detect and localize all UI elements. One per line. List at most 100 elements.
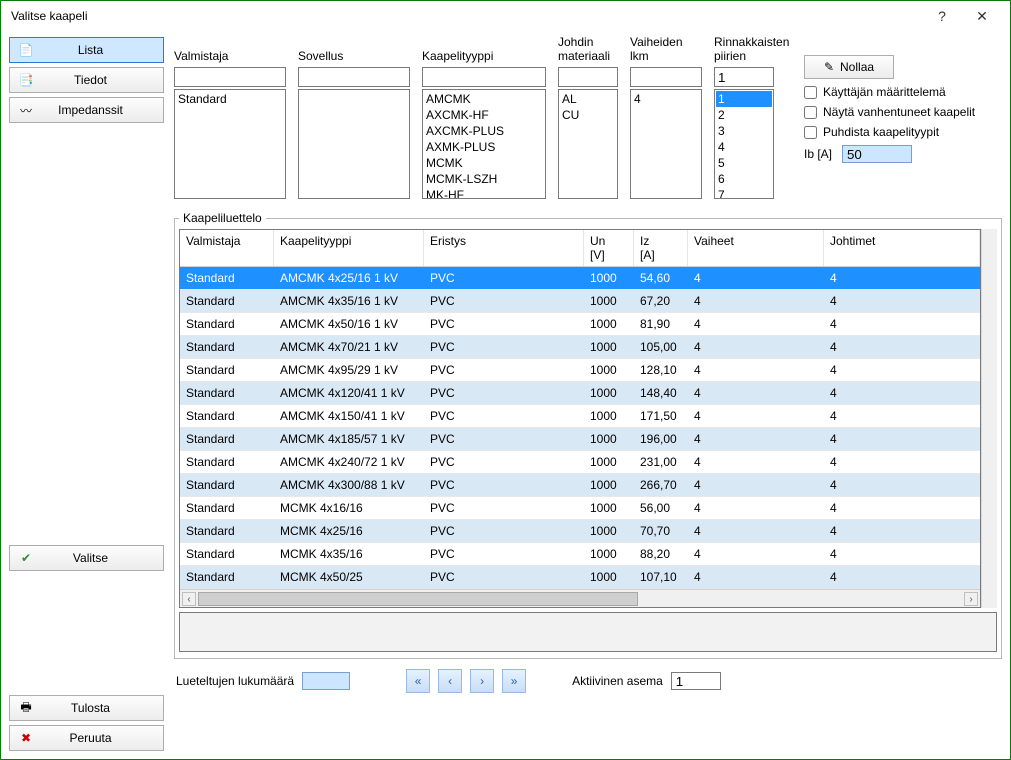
sidebar-item-impedances[interactable]: 〰 Impedanssit bbox=[9, 97, 164, 123]
scroll-thumb[interactable] bbox=[198, 592, 638, 606]
list-item[interactable]: MK-HF bbox=[424, 187, 544, 199]
table-row[interactable]: StandardAMCMK 4x50/16 1 kVPVC100081,9044 bbox=[180, 313, 980, 336]
table-cell: Standard bbox=[180, 520, 274, 542]
list-item[interactable]: 4 bbox=[632, 91, 700, 107]
nav-next-button[interactable]: › bbox=[470, 669, 494, 693]
table-cell: Standard bbox=[180, 313, 274, 335]
col-un[interactable]: Un[V] bbox=[584, 230, 634, 266]
sidebar-item-list[interactable]: 📄 Lista bbox=[9, 37, 164, 63]
table-cell: 1000 bbox=[584, 451, 634, 473]
table-cell: 4 bbox=[824, 543, 980, 565]
table-row[interactable]: StandardMCMK 4x16/16PVC100056,0044 bbox=[180, 497, 980, 520]
material-listbox[interactable]: ALCU bbox=[558, 89, 618, 199]
table-cell: PVC bbox=[424, 382, 584, 404]
nav-first-button[interactable]: « bbox=[406, 669, 430, 693]
list-item[interactable]: 4 bbox=[716, 139, 772, 155]
titlebar: Valitse kaapeli ? ✕ bbox=[1, 1, 1010, 31]
print-button[interactable]: 🖶 Tulosta bbox=[9, 695, 164, 721]
check-show-obsolete[interactable]: Näytä vanhentuneet kaapelit bbox=[804, 105, 975, 119]
col-cabletype[interactable]: Kaapelityyppi bbox=[274, 230, 424, 266]
col-iz[interactable]: Iz[A] bbox=[634, 230, 688, 266]
table-body[interactable]: StandardAMCMK 4x25/16 1 kVPVC100054,6044… bbox=[180, 267, 980, 589]
list-item[interactable]: 3 bbox=[716, 123, 772, 139]
checkbox[interactable] bbox=[804, 86, 817, 99]
col-conductors[interactable]: Johtimet bbox=[824, 230, 980, 266]
table-row[interactable]: StandardMCMK 4x25/16PVC100070,7044 bbox=[180, 520, 980, 543]
cabletype-listbox[interactable]: AMCMKAXCMK-HFAXCMK-PLUSAXMK-PLUSMCMKMCMK… bbox=[422, 89, 546, 199]
list-item[interactable]: AL bbox=[560, 91, 616, 107]
table-cell: 4 bbox=[824, 474, 980, 496]
table-row[interactable]: StandardAMCMK 4x25/16 1 kVPVC100054,6044 bbox=[180, 267, 980, 290]
table-cell: PVC bbox=[424, 520, 584, 542]
vendor-input[interactable] bbox=[174, 67, 286, 87]
table-cell: PVC bbox=[424, 428, 584, 450]
list-item[interactable]: Standard bbox=[176, 91, 284, 107]
list-item[interactable]: AXCMK-PLUS bbox=[424, 123, 544, 139]
horizontal-scrollbar[interactable]: ‹ › bbox=[180, 589, 980, 607]
list-item[interactable]: MCMK-LSZH bbox=[424, 171, 544, 187]
parallel-listbox[interactable]: 123456789 bbox=[714, 89, 774, 199]
col-insulation[interactable]: Eristys bbox=[424, 230, 584, 266]
filter-label: Valmistaja bbox=[174, 37, 286, 65]
list-item[interactable]: MCMK bbox=[424, 155, 544, 171]
cancel-button[interactable]: ✖ Peruuta bbox=[9, 725, 164, 751]
nav-last-button[interactable]: » bbox=[502, 669, 526, 693]
list-item[interactable]: AXCMK-HF bbox=[424, 107, 544, 123]
table-row[interactable]: StandardAMCMK 4x70/21 1 kVPVC1000105,004… bbox=[180, 336, 980, 359]
help-button[interactable]: ? bbox=[922, 2, 962, 30]
list-item[interactable]: 6 bbox=[716, 171, 772, 187]
checkbox[interactable] bbox=[804, 106, 817, 119]
phases-listbox[interactable]: 4 bbox=[630, 89, 702, 199]
check-user-defined[interactable]: Käyttäjän määrittelemä bbox=[804, 85, 975, 99]
active-station-input[interactable] bbox=[671, 672, 721, 690]
list-item[interactable]: CU bbox=[560, 107, 616, 123]
table-cell: AMCMK 4x25/16 1 kV bbox=[274, 267, 424, 289]
table-row[interactable]: StandardAMCMK 4x35/16 1 kVPVC100067,2044 bbox=[180, 290, 980, 313]
table-row[interactable]: StandardAMCMK 4x95/29 1 kVPVC1000128,104… bbox=[180, 359, 980, 382]
nav-prev-button[interactable]: ‹ bbox=[438, 669, 462, 693]
table-row[interactable]: StandardAMCMK 4x240/72 1 kVPVC1000231,00… bbox=[180, 451, 980, 474]
col-phases[interactable]: Vaiheet bbox=[688, 230, 824, 266]
table-cell: 4 bbox=[688, 543, 824, 565]
table-cell: AMCMK 4x185/57 1 kV bbox=[274, 428, 424, 450]
col-vendor[interactable]: Valmistaja bbox=[180, 230, 274, 266]
sidebar-item-details[interactable]: 📑 Tiedot bbox=[9, 67, 164, 93]
filter-label: Sovellus bbox=[298, 37, 410, 65]
ib-input[interactable] bbox=[842, 145, 912, 163]
material-input[interactable] bbox=[558, 67, 618, 87]
vendor-listbox[interactable]: Standard bbox=[174, 89, 286, 199]
vertical-scrollbar[interactable] bbox=[981, 229, 997, 608]
scroll-right-icon[interactable]: › bbox=[964, 592, 978, 606]
table-row[interactable]: StandardAMCMK 4x120/41 1 kVPVC1000148,40… bbox=[180, 382, 980, 405]
table-cell: AMCMK 4x70/21 1 kV bbox=[274, 336, 424, 358]
reset-button[interactable]: ✎ Nollaa bbox=[804, 55, 894, 79]
scroll-left-icon[interactable]: ‹ bbox=[182, 592, 196, 606]
table-row[interactable]: StandardAMCMK 4x300/88 1 kVPVC1000266,70… bbox=[180, 474, 980, 497]
checkbox[interactable] bbox=[804, 126, 817, 139]
table-cell: PVC bbox=[424, 336, 584, 358]
list-item[interactable]: 5 bbox=[716, 155, 772, 171]
parallel-input[interactable] bbox=[714, 67, 774, 87]
check-clean-types[interactable]: Puhdista kaapelityypit bbox=[804, 125, 975, 139]
select-button[interactable]: ✔ Valitse bbox=[9, 545, 164, 571]
list-item[interactable]: 7 bbox=[716, 187, 772, 199]
table-cell: 1000 bbox=[584, 497, 634, 519]
table-cell: PVC bbox=[424, 451, 584, 473]
application-listbox[interactable] bbox=[298, 89, 410, 199]
close-button[interactable]: ✕ bbox=[962, 2, 1002, 30]
cabletype-input[interactable] bbox=[422, 67, 546, 87]
table-row[interactable]: StandardMCMK 4x50/25PVC1000107,1044 bbox=[180, 566, 980, 589]
application-input[interactable] bbox=[298, 67, 410, 87]
table-cell: 4 bbox=[688, 428, 824, 450]
list-item[interactable]: 1 bbox=[716, 91, 772, 107]
list-item[interactable]: AXMK-PLUS bbox=[424, 139, 544, 155]
table-row[interactable]: StandardMCMK 4x35/16PVC100088,2044 bbox=[180, 543, 980, 566]
listed-count-input[interactable] bbox=[302, 672, 350, 690]
table-cell: 81,90 bbox=[634, 313, 688, 335]
list-item[interactable]: 2 bbox=[716, 107, 772, 123]
table-cell: 88,20 bbox=[634, 543, 688, 565]
list-item[interactable]: AMCMK bbox=[424, 91, 544, 107]
table-row[interactable]: StandardAMCMK 4x150/41 1 kVPVC1000171,50… bbox=[180, 405, 980, 428]
table-row[interactable]: StandardAMCMK 4x185/57 1 kVPVC1000196,00… bbox=[180, 428, 980, 451]
phases-input[interactable] bbox=[630, 67, 702, 87]
